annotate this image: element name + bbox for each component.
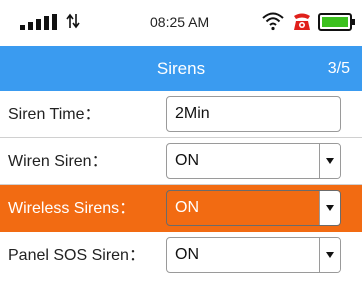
alarm-icon — [294, 13, 310, 30]
setting-row-siren-time: Siren Time： 2Min — [0, 91, 362, 138]
sync-arrows-icon — [66, 13, 80, 29]
dropdown-button[interactable] — [319, 238, 340, 272]
setting-label: Panel SOS Siren： — [8, 247, 145, 264]
caret-down-icon — [326, 205, 334, 211]
wifi-icon — [262, 12, 284, 31]
setting-row-wireless-sirens[interactable]: Wireless Sirens： ON — [0, 185, 362, 232]
signal-icon — [20, 14, 57, 30]
setting-label: Siren Time： — [8, 106, 101, 123]
setting-label: Wireless Sirens： — [8, 200, 136, 217]
setting-row-panel-sos-siren: Panel SOS Siren： ON — [0, 232, 362, 279]
status-bar: 08:25 AM — [0, 0, 362, 46]
title-bar: Sirens 3/5 — [0, 46, 362, 91]
battery-icon — [318, 13, 355, 31]
page-title: Sirens — [156, 59, 206, 78]
dropdown-button[interactable] — [319, 191, 340, 225]
caret-down-icon — [326, 252, 334, 258]
field-value: ON — [175, 199, 199, 216]
wireless-sirens-select[interactable]: ON — [166, 190, 341, 226]
dropdown-button[interactable] — [319, 144, 340, 178]
status-time: 08:25 AM — [150, 14, 210, 30]
setting-label: Wiren Siren： — [8, 153, 108, 170]
caret-down-icon — [326, 158, 334, 164]
panel-sos-siren-select[interactable]: ON — [166, 237, 341, 273]
field-value: 2Min — [175, 105, 210, 122]
field-value: ON — [175, 246, 199, 263]
siren-time-input[interactable]: 2Min — [166, 96, 341, 132]
field-value: ON — [175, 152, 199, 169]
page-indicator: 3/5 — [327, 60, 350, 77]
wiren-siren-select[interactable]: ON — [166, 143, 341, 179]
setting-row-wiren-siren: Wiren Siren： ON — [0, 138, 362, 185]
